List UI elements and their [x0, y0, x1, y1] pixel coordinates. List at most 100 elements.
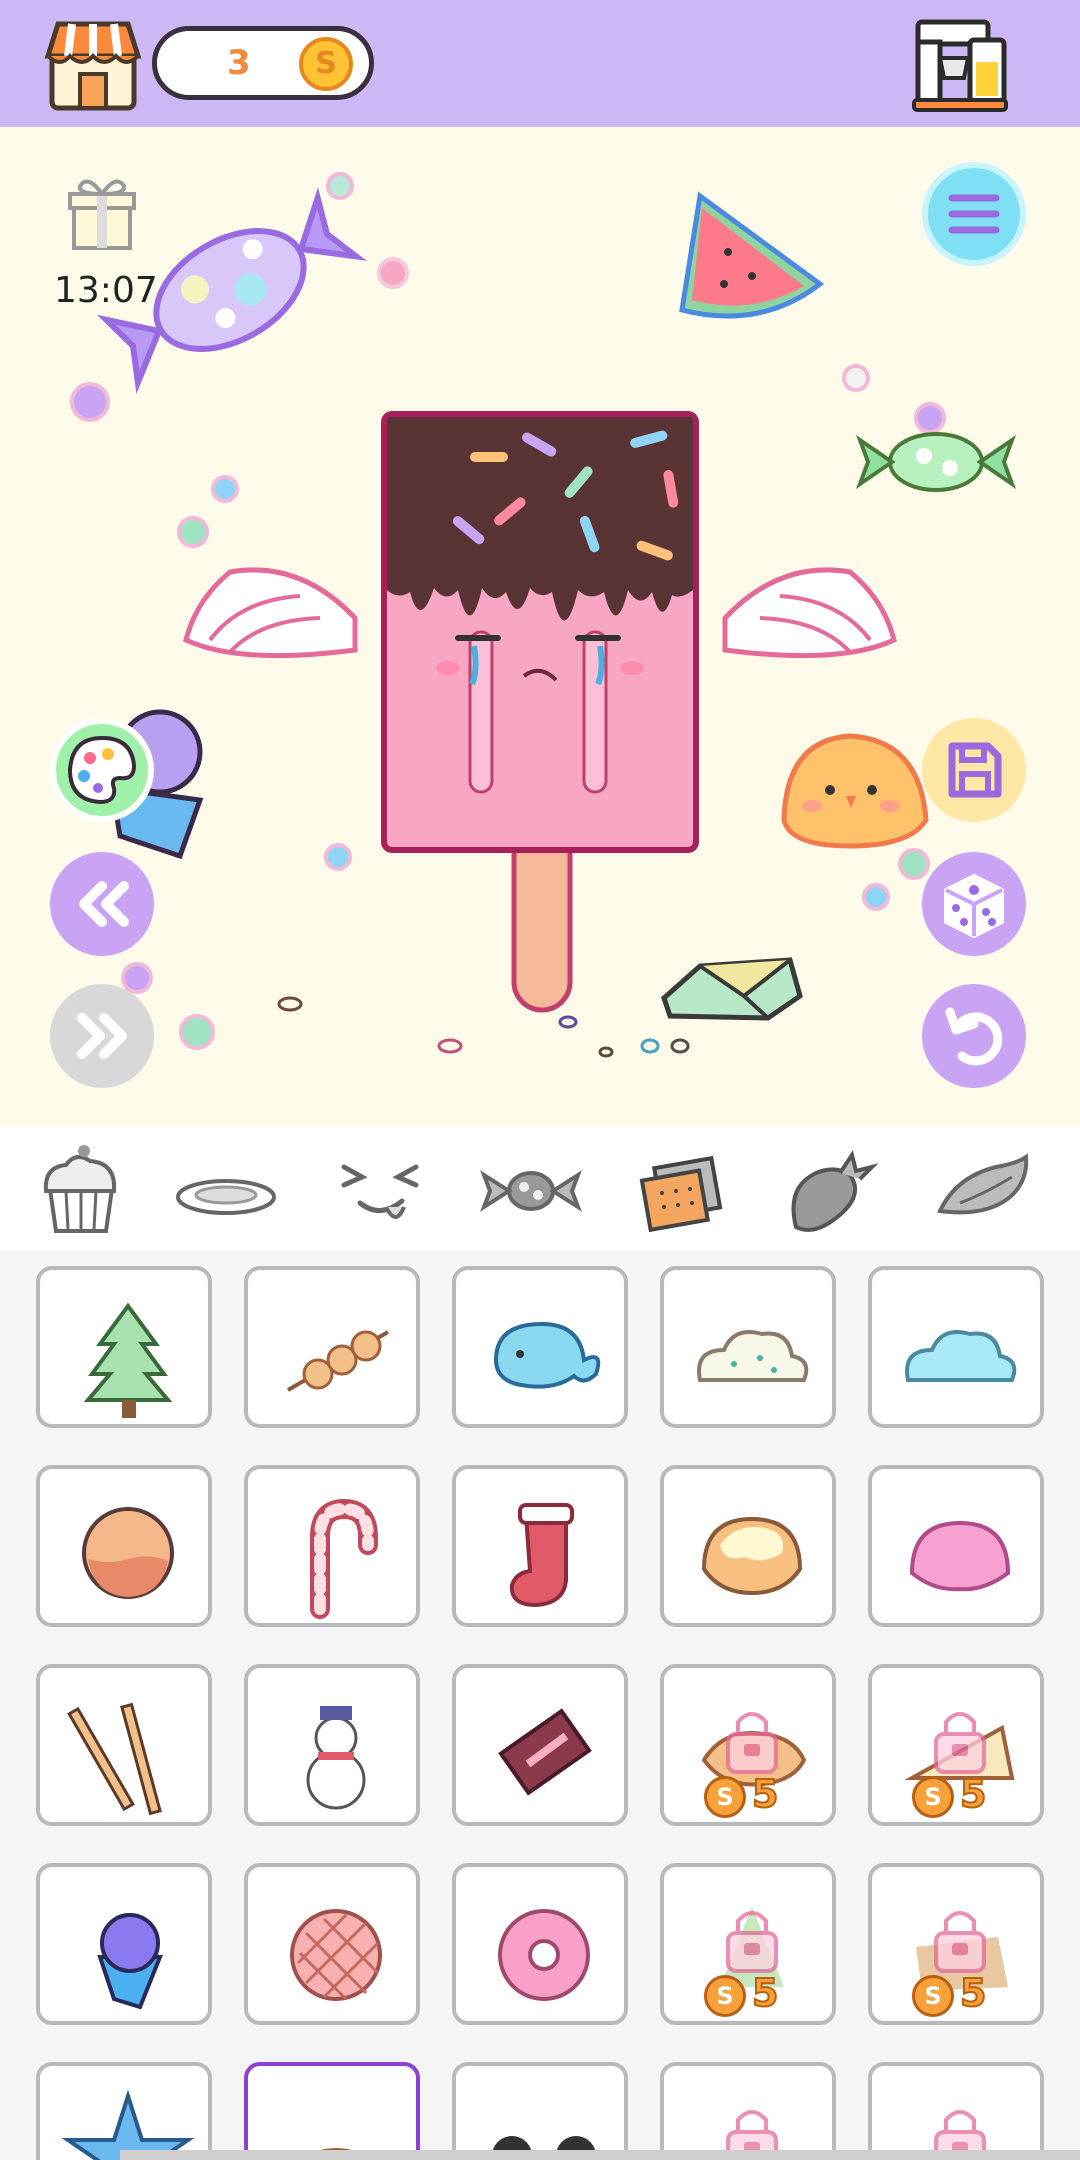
- rewind-icon: [79, 881, 129, 927]
- angel-wing-right: [722, 567, 897, 659]
- random-button[interactable]: [922, 852, 1026, 956]
- mini-tree-icon: [720, 1907, 784, 1987]
- item-wafer-sticks[interactable]: [36, 1664, 212, 1826]
- palette-icon: [67, 735, 137, 805]
- candy-cane-icon: [310, 1498, 378, 1619]
- candy-decoration: [855, 432, 1017, 492]
- face-icon: [341, 1164, 419, 1219]
- item-melon-pan[interactable]: [244, 1863, 420, 2025]
- snowman-icon: [306, 1706, 366, 1810]
- save-icon: [948, 742, 1002, 798]
- christmas-tree-icon: [83, 1302, 173, 1418]
- chick-decoration: [781, 733, 929, 849]
- tab-cupcake[interactable]: [26, 1137, 136, 1237]
- item-snowman[interactable]: [244, 1664, 420, 1826]
- item-cookie-ball[interactable]: [36, 1465, 212, 1627]
- cupcake-icon: [43, 1145, 117, 1233]
- gift-icon[interactable]: [62, 172, 142, 252]
- tab-cracker[interactable]: [626, 1137, 736, 1237]
- item-sandwich[interactable]: S5: [868, 1664, 1044, 1826]
- wafer-sticks-icon: [67, 1702, 162, 1816]
- round-locked-icon: [726, 2110, 778, 2160]
- fast-forward-icon: [77, 1013, 127, 1059]
- popsicle-character: [381, 411, 699, 1013]
- price-value: 5: [751, 1771, 779, 1817]
- round-locked-2-icon: [934, 2110, 986, 2160]
- watermelon-decoration: [679, 191, 825, 319]
- taiyaki-icon: [701, 1712, 807, 1787]
- cracker-icon: [639, 1155, 723, 1233]
- strawberry-icon: [791, 1150, 879, 1232]
- tab-wing[interactable]: [926, 1137, 1036, 1237]
- item-christmas-tree[interactable]: [36, 1266, 212, 1428]
- price-value: 5: [959, 1970, 987, 2016]
- menu-button[interactable]: [922, 162, 1026, 266]
- tab-strawberry[interactable]: [776, 1137, 886, 1237]
- gift-timer: 13:07: [54, 270, 158, 311]
- scrollbar[interactable]: [120, 2150, 1080, 2160]
- christmas-stocking-icon: [509, 1503, 574, 1608]
- undo-button[interactable]: [922, 984, 1026, 1088]
- coin-counter: 3 S: [152, 26, 374, 100]
- item-toast[interactable]: S5: [868, 1863, 1044, 2025]
- coin-icon: S: [912, 1975, 954, 2017]
- coin-icon: S: [704, 1776, 746, 1818]
- item-dango-skewer[interactable]: [244, 1266, 420, 1428]
- category-tabs: [0, 1127, 1080, 1251]
- pink-mochi-icon: [909, 1520, 1011, 1592]
- top-bar: 3 S: [0, 0, 1080, 127]
- whale-icon: [493, 1321, 601, 1389]
- coin-count: 3: [227, 43, 251, 83]
- item-pink-donut[interactable]: [452, 1863, 628, 2025]
- item-candy-cane[interactable]: [244, 1465, 420, 1627]
- fast-forward-button[interactable]: [50, 984, 154, 1088]
- creation-stage: 13:07: [0, 127, 1080, 1127]
- machine-icon[interactable]: [910, 16, 1008, 112]
- chocolate-bar-icon: [498, 1708, 592, 1796]
- dango-skewer-icon: [286, 1330, 390, 1392]
- chick-bun-icon: [303, 2147, 369, 2160]
- tab-plate[interactable]: [176, 1137, 286, 1237]
- item-mini-tree[interactable]: S5: [660, 1863, 836, 2025]
- item-pink-mochi[interactable]: [868, 1465, 1044, 1627]
- item-taiyaki[interactable]: S5: [660, 1664, 836, 1826]
- undo-icon: [945, 1007, 1003, 1066]
- item-chocolate-bar[interactable]: [452, 1664, 628, 1826]
- item-christmas-stocking[interactable]: [452, 1465, 628, 1627]
- melon-pan-icon: [290, 1909, 382, 2001]
- tab-candy[interactable]: [476, 1137, 586, 1237]
- wing-icon: [937, 1153, 1029, 1215]
- toast-icon: [916, 1911, 1008, 1991]
- shop-icon[interactable]: [44, 16, 142, 112]
- item-whale[interactable]: [452, 1266, 628, 1428]
- item-star[interactable]: [36, 2062, 212, 2160]
- item-cream-bun[interactable]: [660, 1465, 836, 1627]
- angel-wing-left: [183, 567, 358, 659]
- bow-ears-icon: [492, 2136, 596, 2160]
- coin-icon: S: [299, 37, 353, 91]
- rewind-button[interactable]: [50, 852, 154, 956]
- price-value: 5: [959, 1771, 987, 1817]
- blue-cloud-icon: [905, 1330, 1017, 1382]
- dessert-scene: [70, 172, 1017, 1058]
- star-icon: [61, 2089, 195, 2160]
- item-round-locked[interactable]: [660, 2062, 836, 2160]
- sandwich-icon: [904, 1712, 1015, 1780]
- coin-icon: S: [912, 1776, 954, 1818]
- item-bow-ears[interactable]: [452, 2062, 628, 2160]
- menu-icon: [948, 194, 1000, 234]
- item-ice-cream-cone[interactable]: [36, 1863, 212, 2025]
- item-chick-bun[interactable]: [244, 2062, 420, 2160]
- plate-icon: [176, 1179, 276, 1215]
- item-blue-cloud[interactable]: [868, 1266, 1044, 1428]
- item-round-locked-2[interactable]: [868, 2062, 1044, 2160]
- tab-face[interactable]: [326, 1137, 436, 1237]
- palette-button[interactable]: [50, 718, 154, 822]
- cookie-ball-icon: [82, 1507, 174, 1599]
- save-button[interactable]: [922, 718, 1026, 822]
- item-cloud-sprinkles[interactable]: [660, 1266, 836, 1428]
- ice-cream-cone-icon: [97, 1913, 163, 2010]
- cracker-decoration: [661, 957, 803, 1021]
- candy-icon: [480, 1170, 582, 1212]
- cloud-sprinkles-icon: [697, 1330, 809, 1382]
